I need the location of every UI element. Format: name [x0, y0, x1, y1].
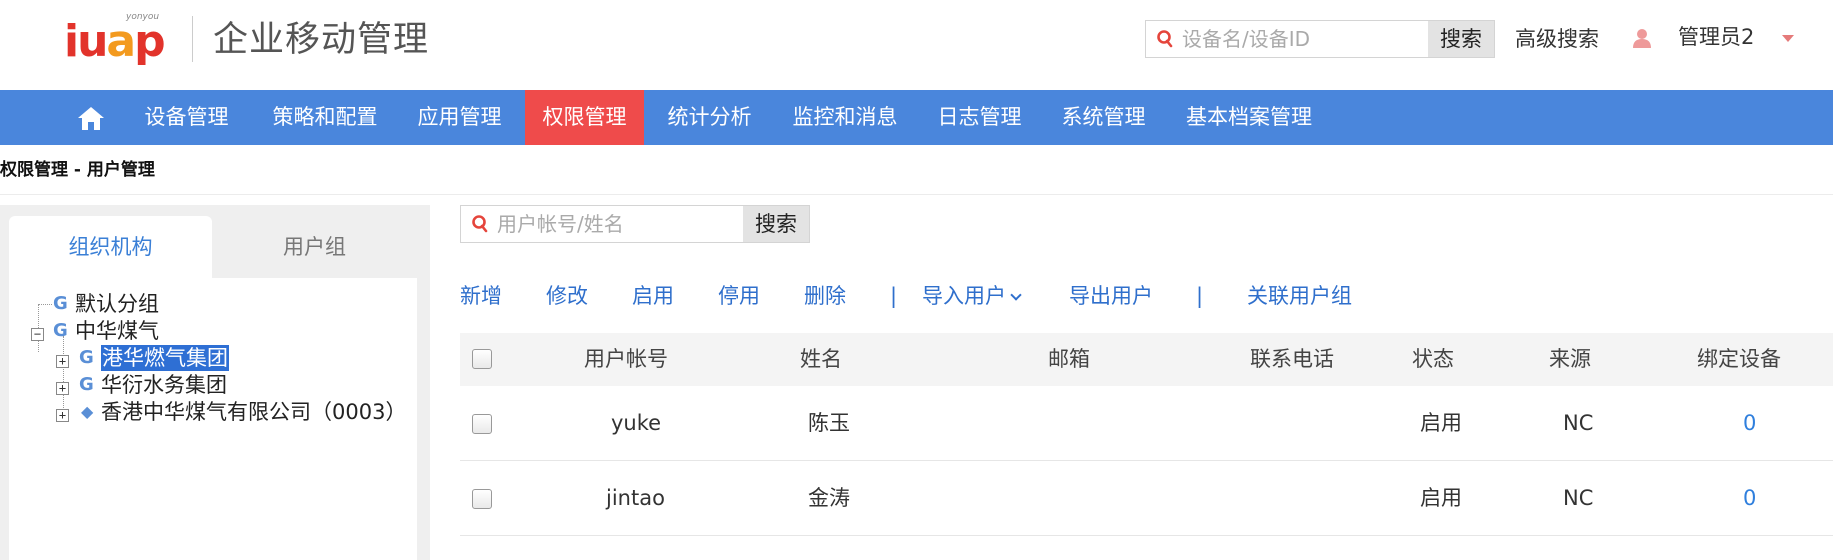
cell-status: 启用	[1420, 486, 1462, 510]
user-search-button[interactable]: 搜索	[743, 206, 809, 242]
cell-source: NC	[1563, 486, 1594, 510]
table-header: 用户帐号 姓名 邮箱 联系电话 状态 来源 绑定设备	[460, 333, 1833, 386]
column-header-email[interactable]: 邮箱	[1048, 333, 1090, 386]
iuap-logo[interactable]: iuap yonyou	[64, 12, 170, 70]
link-user-group-button[interactable]: 关联用户组	[1247, 281, 1352, 311]
cell-name: 陈玉	[808, 411, 850, 435]
column-header-status[interactable]: 状态	[1412, 333, 1454, 386]
tree-connector	[38, 304, 52, 305]
column-header-phone[interactable]: 联系电话	[1250, 333, 1334, 386]
cell-status: 启用	[1420, 411, 1462, 435]
group-icon: G	[79, 374, 94, 395]
row-checkbox[interactable]	[472, 489, 492, 509]
tab-organization[interactable]: 组织机构	[9, 216, 212, 278]
column-header-account[interactable]: 用户帐号	[584, 333, 668, 386]
diamond-icon: ◆	[81, 402, 94, 421]
nav-item-monitor[interactable]: 监控和消息	[780, 90, 910, 145]
chevron-down-icon[interactable]	[1782, 35, 1794, 42]
cell-account: jintao	[606, 486, 665, 510]
disable-button[interactable]: 停用	[718, 281, 760, 311]
org-tree: G 默认分组 − G 中华煤气 + G 港华燃气集团 + G 华衍水务集团 + …	[9, 278, 417, 560]
expand-toggle[interactable]: +	[56, 409, 69, 422]
toolbar-separator: |	[890, 284, 898, 308]
logo-divider	[192, 16, 193, 62]
row-checkbox[interactable]	[472, 414, 492, 434]
app-header: iuap yonyou 企业移动管理 搜索 高级搜索 管理员2	[0, 0, 1833, 90]
tree-node-label: 默认分组	[75, 292, 159, 316]
table-row[interactable]: yuke 陈玉 启用 NC 0	[460, 386, 1833, 461]
breadcrumb: 权限管理 - 用户管理	[0, 160, 155, 180]
main-nav: 设备管理 策略和配置 应用管理 权限管理 统计分析 监控和消息 日志管理 系统管…	[0, 90, 1833, 145]
expand-toggle[interactable]: +	[56, 382, 69, 395]
select-all-checkbox[interactable]	[472, 349, 492, 369]
add-button[interactable]: 新增	[460, 281, 502, 311]
user-search-input[interactable]	[497, 207, 727, 241]
import-users-label: 导入用户	[922, 284, 1006, 308]
tree-node-label: 中华煤气	[75, 319, 159, 343]
search-icon	[472, 215, 488, 233]
tab-user-group[interactable]: 用户组	[212, 216, 417, 278]
export-users-button[interactable]: 导出用户	[1069, 281, 1153, 311]
cell-bound-devices-link[interactable]: 0	[1743, 461, 1756, 536]
device-search-button[interactable]: 搜索	[1428, 21, 1494, 57]
nav-item-logs[interactable]: 日志管理	[927, 90, 1032, 145]
home-icon[interactable]	[76, 105, 106, 131]
cell-source: NC	[1563, 411, 1594, 435]
cell-account: yuke	[611, 411, 662, 435]
delete-button[interactable]: 删除	[804, 281, 846, 311]
expand-toggle[interactable]: +	[56, 355, 69, 368]
nav-item-device[interactable]: 设备管理	[134, 90, 239, 145]
toolbar-separator: |	[1196, 284, 1204, 308]
nav-item-archive[interactable]: 基本档案管理	[1176, 90, 1322, 145]
group-icon: G	[53, 293, 68, 314]
divider	[0, 194, 1833, 195]
nav-item-statistics[interactable]: 统计分析	[657, 90, 762, 145]
nav-item-apps[interactable]: 应用管理	[407, 90, 512, 145]
edit-button[interactable]: 修改	[546, 281, 588, 311]
group-icon: G	[79, 347, 94, 368]
column-header-name[interactable]: 姓名	[800, 333, 842, 386]
tree-node-label: 香港中华煤气有限公司（0003）	[101, 400, 407, 424]
user-menu-name[interactable]: 管理员2	[1678, 22, 1754, 52]
cell-name: 金涛	[808, 486, 850, 510]
search-icon	[1157, 30, 1173, 48]
logo-sub-text: yonyou	[126, 12, 160, 22]
nav-item-permission[interactable]: 权限管理	[525, 90, 644, 145]
device-search-box: 搜索	[1145, 20, 1495, 58]
device-search-input[interactable]	[1182, 22, 1412, 56]
nav-item-system[interactable]: 系统管理	[1051, 90, 1156, 145]
user-icon	[1633, 29, 1651, 48]
column-header-devices[interactable]: 绑定设备	[1697, 333, 1781, 386]
column-header-source[interactable]: 来源	[1549, 333, 1591, 386]
user-search-box: 搜索	[460, 205, 810, 243]
app-title: 企业移动管理	[213, 20, 430, 60]
group-icon: G	[53, 320, 68, 341]
tree-connector	[63, 336, 64, 414]
advanced-search-link[interactable]: 高级搜索	[1515, 24, 1599, 54]
collapse-toggle[interactable]: −	[31, 328, 44, 341]
logo-letter: a	[106, 16, 136, 67]
chevron-down-icon	[1010, 289, 1022, 301]
logo-text: iuap	[64, 16, 166, 67]
enable-button[interactable]: 启用	[632, 281, 674, 311]
table-row[interactable]: jintao 金涛 启用 NC 0	[460, 461, 1833, 536]
tree-node-label: 华衍水务集团	[101, 373, 227, 397]
nav-item-policy[interactable]: 策略和配置	[260, 90, 390, 145]
cell-bound-devices-link[interactable]: 0	[1743, 386, 1756, 461]
tree-node-label: 港华燃气集团	[101, 345, 229, 371]
import-users-dropdown[interactable]: 导入用户	[922, 281, 1022, 311]
